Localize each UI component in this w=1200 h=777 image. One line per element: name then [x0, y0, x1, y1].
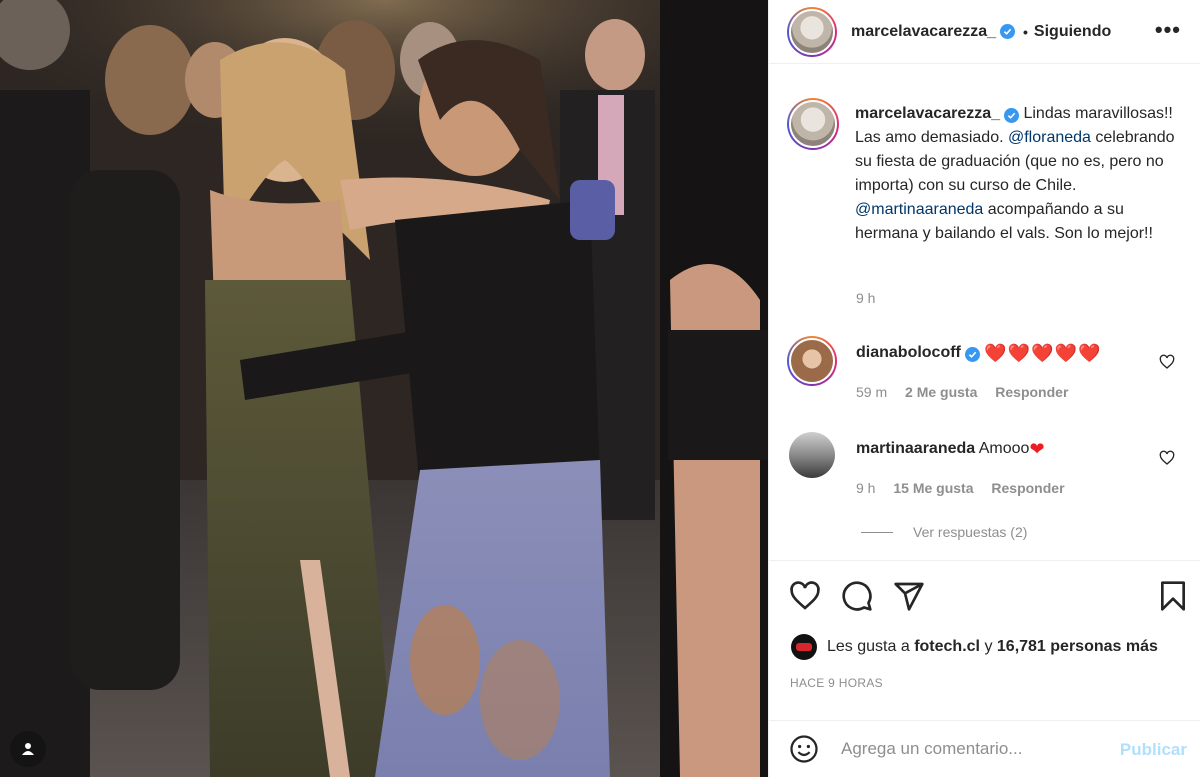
comment-meta: 9 h 15 Me gusta Responder — [856, 480, 1065, 496]
comment-likes[interactable]: 2 Me gusta — [905, 384, 977, 400]
share-icon[interactable] — [893, 580, 925, 612]
comment-heart-emoji: ❤ — [1029, 439, 1046, 459]
photo-illustration — [0, 0, 768, 777]
publish-button[interactable]: Publicar — [1120, 740, 1187, 760]
replies-divider — [861, 531, 893, 533]
comment-text: ❤️❤️❤️❤️❤️ — [984, 343, 1102, 363]
comment-like-heart-icon[interactable] — [1159, 354, 1175, 370]
comment-text: Amooo — [978, 440, 1030, 457]
commenter-username[interactable]: martinaaraneda — [856, 440, 975, 457]
more-options-icon[interactable]: ••• — [1155, 19, 1181, 41]
post-actions-bar — [769, 560, 1200, 630]
comment-meta: 59 m 2 Me gusta Responder — [856, 384, 1101, 400]
comment-time[interactable]: 59 m — [856, 384, 887, 400]
author-username[interactable]: marcelavacarezza_ — [851, 23, 996, 41]
caption-mention-floraneda[interactable]: @floraneda — [1008, 129, 1091, 146]
commenter-avatar[interactable] — [787, 336, 837, 386]
likes-count[interactable]: 16,781 personas más — [997, 638, 1158, 656]
commenter-username[interactable]: dianabolocoff — [856, 344, 961, 361]
caption-author-avatar[interactable] — [787, 98, 839, 150]
heart-icon[interactable] — [789, 580, 821, 612]
post-timestamp[interactable]: HACE 9 HORAS — [790, 676, 883, 690]
commenter-avatar[interactable] — [789, 432, 835, 478]
caption-mention-martinaaraneda[interactable]: @martinaaraneda — [855, 201, 983, 218]
reply-button[interactable]: Responder — [995, 384, 1068, 400]
comment-likes[interactable]: 15 Me gusta — [893, 480, 973, 496]
verified-badge-icon — [1000, 24, 1016, 39]
caption-time[interactable]: 9 h — [856, 290, 875, 306]
likes-connector: y — [984, 638, 993, 655]
add-comment-bar: Agrega un comentario... Publicar — [769, 720, 1200, 777]
author-avatar[interactable] — [787, 6, 837, 57]
caption-author-username[interactable]: marcelavacarezza_ — [855, 105, 1000, 122]
comment-input[interactable]: Agrega un comentario... — [841, 739, 1022, 759]
comment-item: dianabolocoff ❤️❤️❤️❤️❤️ 59 m 2 Me gusta… — [787, 336, 1187, 400]
likes-summary: Les gusta a fotech.cl y 16,781 personas … — [791, 634, 1158, 660]
likes-prefix: Les gusta a — [827, 638, 910, 655]
user-tag-icon — [22, 743, 34, 755]
verified-badge-icon — [1004, 108, 1020, 123]
post-photo[interactable] — [0, 0, 768, 777]
following-button[interactable]: Siguiendo — [1034, 23, 1111, 41]
user-tag-button[interactable] — [10, 731, 46, 767]
caption-text: marcelavacarezza_ Lindas maravillosas!! … — [855, 102, 1185, 246]
emoji-icon[interactable] — [789, 734, 819, 764]
view-replies-label: Ver respuestas (2) — [913, 524, 1028, 540]
reply-button[interactable]: Responder — [991, 480, 1064, 496]
comment-time[interactable]: 9 h — [856, 480, 875, 496]
comment-icon[interactable] — [841, 580, 873, 612]
separator-dot: • — [1023, 23, 1028, 40]
post-header: marcelavacarezza_ • Siguiendo ••• — [769, 0, 1200, 64]
comment-item: martinaaraneda Amooo❤ 9 h 15 Me gusta Re… — [787, 432, 1187, 496]
view-replies-button[interactable]: Ver respuestas (2) — [861, 524, 1027, 540]
verified-badge-icon — [964, 347, 980, 362]
liker-username[interactable]: fotech.cl — [914, 638, 980, 656]
caption: marcelavacarezza_ Lindas maravillosas!! … — [787, 98, 1187, 246]
bookmark-icon[interactable] — [1157, 580, 1189, 612]
liker-avatar[interactable] — [791, 634, 817, 660]
post-side-panel: marcelavacarezza_ • Siguiendo ••• marcel… — [768, 0, 1200, 777]
comment-like-heart-icon[interactable] — [1159, 450, 1175, 466]
